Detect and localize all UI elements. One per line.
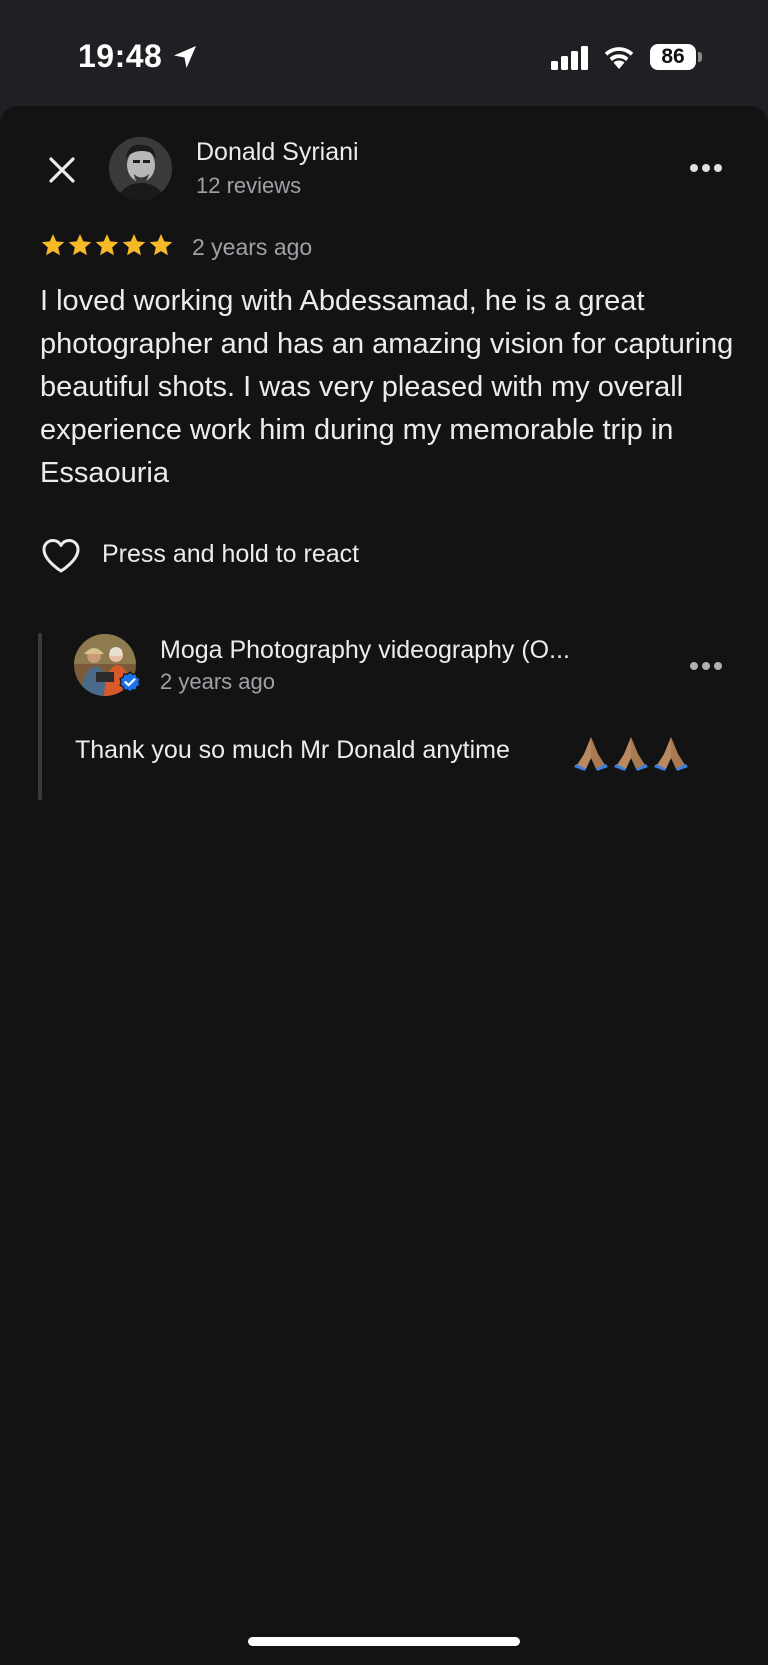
react-label: Press and hold to react (102, 540, 360, 568)
reply-divider (38, 633, 42, 800)
star-icon (149, 233, 173, 256)
folded-hands-emoji-icon (574, 737, 608, 771)
star-icon (41, 233, 65, 256)
close-icon[interactable] (42, 150, 82, 190)
folded-hands-emoji-icon (654, 737, 688, 771)
reviewer-name[interactable]: Donald Syriani (196, 138, 359, 167)
battery-indicator: 86 (650, 44, 702, 70)
folded-hands-emoji-icon (614, 737, 648, 771)
review-date: 2 years ago (192, 234, 313, 260)
home-indicator[interactable] (248, 1637, 520, 1646)
owner-name[interactable]: Moga Photography videography (O... (160, 636, 570, 665)
location-arrow-icon (174, 46, 196, 68)
star-icon (95, 233, 119, 256)
wifi-icon (604, 47, 634, 69)
star-icon (122, 233, 146, 256)
star-icon (68, 233, 92, 256)
battery-level: 86 (661, 45, 685, 68)
cellular-signal-icon (551, 46, 588, 70)
reviewer-photo (109, 137, 172, 200)
status-bar: 19:48 86 (0, 0, 768, 106)
reply-emojis (572, 734, 690, 774)
owner-reply-date: 2 years ago (160, 669, 275, 694)
owner-reply-text: Thank you so much Mr Donald anytime (75, 736, 510, 764)
review-more-options-button[interactable] (686, 158, 726, 178)
verified-badge-icon (119, 671, 141, 693)
star-rating (40, 232, 174, 262)
review-text: I loved working with Abdessamad, he is a… (40, 285, 734, 489)
reviewer-review-count: 12 reviews (196, 173, 302, 198)
heart-outline-icon (42, 539, 80, 573)
reviewer-avatar[interactable] (109, 137, 172, 200)
status-time: 19:48 (78, 38, 163, 74)
reply-more-options-button[interactable] (686, 656, 726, 676)
